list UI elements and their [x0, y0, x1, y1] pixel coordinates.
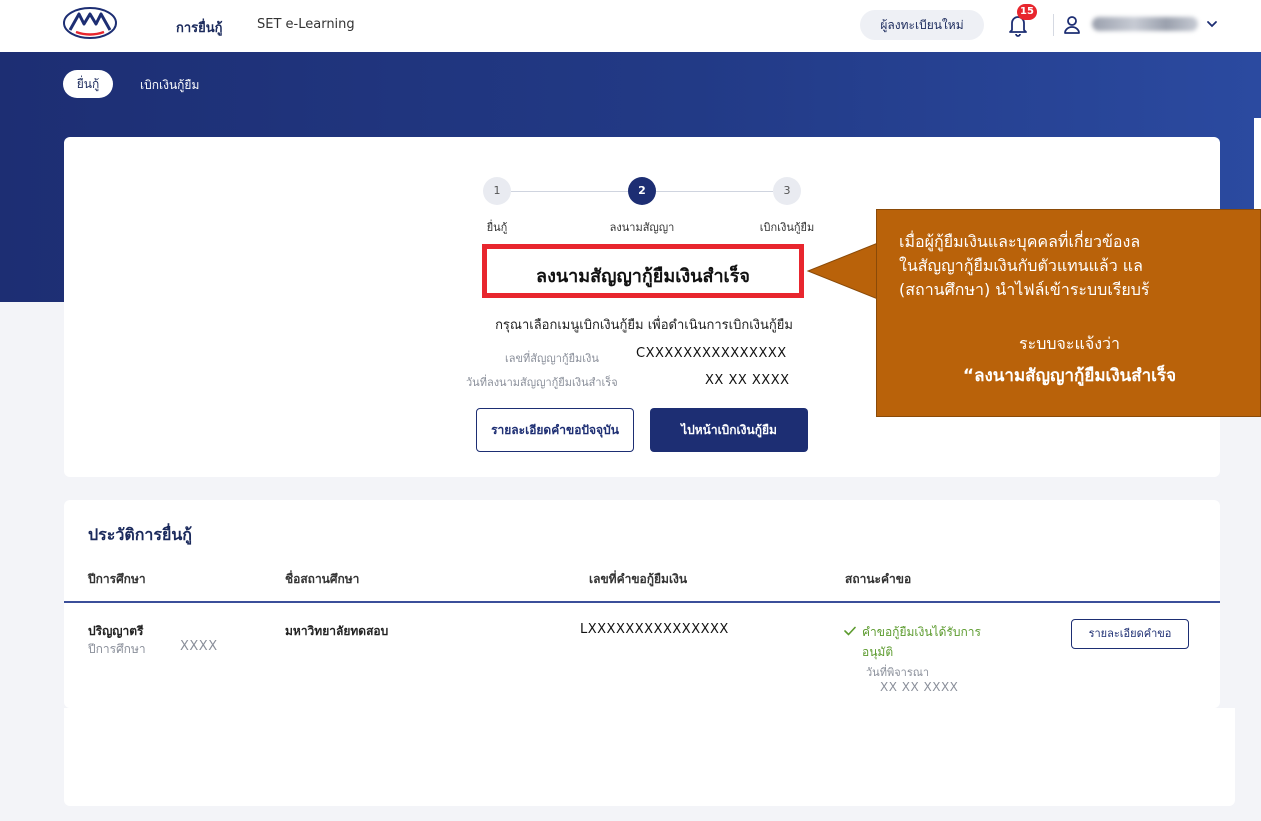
callout-line: เมื่อผู้กู้ยืมเงินและบุคคลที่เกี่ยวข้องล [899, 232, 1141, 251]
status-line: คำขอกู้ยืมเงินได้รับการ [862, 625, 981, 639]
callout-emphasis-line: “ลงนามสัญญากู้ยืมเงินสำเร็จ [962, 366, 1177, 386]
request-status: คำขอกู้ยืมเงินได้รับการ อนุมัติ [862, 622, 1032, 662]
annotation-callout: เมื่อผู้กู้ยืมเงินและบุคคลที่เกี่ยวข้องล… [876, 209, 1261, 417]
empty-bottom-panel [64, 708, 1235, 806]
education-level: ปริญญาตรี [88, 624, 144, 638]
request-detail-button[interactable]: รายละเอียดคำขอ [1071, 619, 1189, 649]
callout-line: (สถานศึกษา) นำไฟล์เข้าระบบเรียบร้ [899, 280, 1150, 299]
tab-disburse-loan[interactable]: เบิกเงินกู้ยืม [140, 76, 199, 95]
success-title: ลงนามสัญญากู้ยืมเงินสำเร็จ [536, 266, 750, 287]
step-2-indicator: 2 [628, 177, 656, 205]
check-icon [844, 626, 856, 636]
callout-pointer [806, 242, 878, 300]
request-number: LXXXXXXXXXXXXXXX [580, 622, 729, 637]
academic-year-label: ปีการศึกษา [88, 642, 146, 656]
contract-number-value: CXXXXXXXXXXXXXXX [636, 346, 787, 361]
table-header-rule [64, 601, 1220, 603]
step-3-label: เบิกเงินกู้ยืม [759, 221, 815, 234]
callout-line: ในสัญญากู้ยืมเงินกับตัวแทนแล้ว แล [899, 256, 1143, 275]
callout-text-block: เมื่อผู้กู้ยืมเงินและบุคคลที่เกี่ยวข้องล… [899, 230, 1260, 302]
user-name-redacted[interactable] [1092, 17, 1198, 31]
callout-line: ระบบจะแจ้งว่า [1019, 334, 1120, 353]
step-1-label: ยื่นกู้ [486, 221, 508, 234]
step-1-indicator: 1 [483, 177, 511, 205]
user-icon[interactable] [1062, 14, 1082, 36]
column-header-request-number: เลขที่คำขอกู้ยืมเงิน [589, 572, 688, 586]
loan-history-card [64, 500, 1220, 708]
step-2-label: ลงนามสัญญา [609, 221, 675, 234]
nav-loan-application[interactable]: การยื่นกู้ [176, 17, 223, 38]
school-name: มหาวิทยาลัยทดสอบ [285, 624, 389, 638]
review-date-label: วันที่พิจารณา [866, 666, 930, 679]
column-header-school: ชื่อสถานศึกษา [285, 572, 360, 586]
tab-apply-loan[interactable]: ยื่นกู้ [63, 70, 113, 98]
go-to-disbursement-button[interactable]: ไปหน้าเบิกเงินกู้ยืม [650, 408, 808, 452]
stepper-connector [656, 191, 773, 192]
step-3-indicator: 3 [773, 177, 801, 205]
instruction-text: กรุณาเลือกเมนูเบิกเงินกู้ยืม เพื่อดำเนิน… [495, 318, 793, 333]
review-date-value: XX XX XXXX [880, 680, 959, 694]
success-highlight-box: ลงนามสัญญากู้ยืมเงินสำเร็จ [482, 244, 804, 298]
nav-set-elearning[interactable]: SET e-Learning [257, 17, 355, 32]
academic-year-value: XXXX [180, 639, 218, 654]
header-divider [1053, 14, 1054, 36]
notification-count-badge: 15 [1017, 4, 1037, 20]
new-registrant-button[interactable]: ผู้ลงทะเบียนใหม่ [860, 10, 984, 40]
column-header-academic-year: ปีการศึกษา [88, 572, 146, 586]
sign-date-label: วันที่ลงนามสัญญากู้ยืมเงินสำเร็จ [466, 376, 618, 389]
status-line: อนุมัติ [862, 645, 894, 659]
column-header-status: สถานะคำขอ [845, 572, 912, 586]
sign-date-value: XX XX XXXX [705, 373, 790, 388]
kyslf-logo[interactable] [62, 6, 118, 40]
chevron-down-icon[interactable] [1205, 17, 1219, 31]
contract-number-label: เลขที่สัญญากู้ยืมเงิน [505, 352, 599, 365]
history-title: ประวัติการยื่นกู้ [88, 525, 192, 544]
current-request-detail-button[interactable]: รายละเอียดคำขอปัจจุบัน [476, 408, 634, 452]
stepper-connector [511, 191, 628, 192]
top-header: การยื่นกู้ SET e-Learning ผู้ลงทะเบียนให… [0, 0, 1261, 52]
